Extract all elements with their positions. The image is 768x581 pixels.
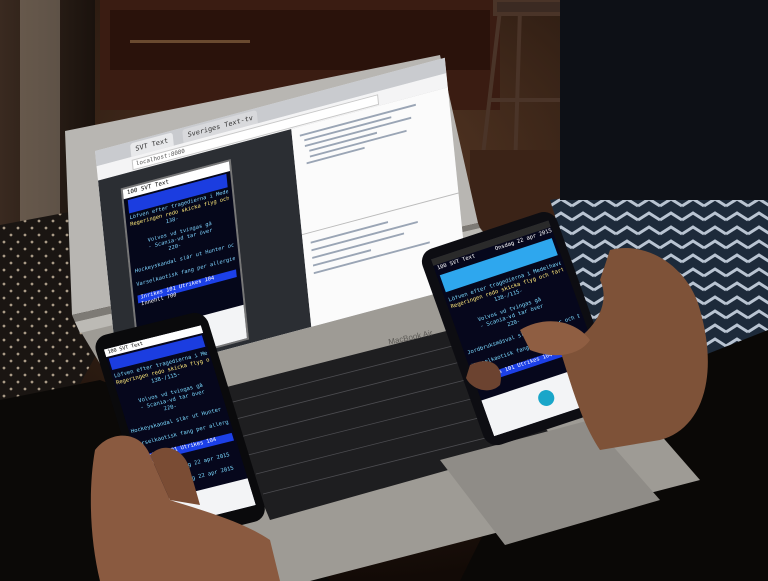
left-hand [90,435,280,581]
right-hand [560,248,708,450]
hands-overlay [90,248,708,581]
photo-scene: SVT Text Sveriges Text-tv localhost:8080… [0,0,768,581]
